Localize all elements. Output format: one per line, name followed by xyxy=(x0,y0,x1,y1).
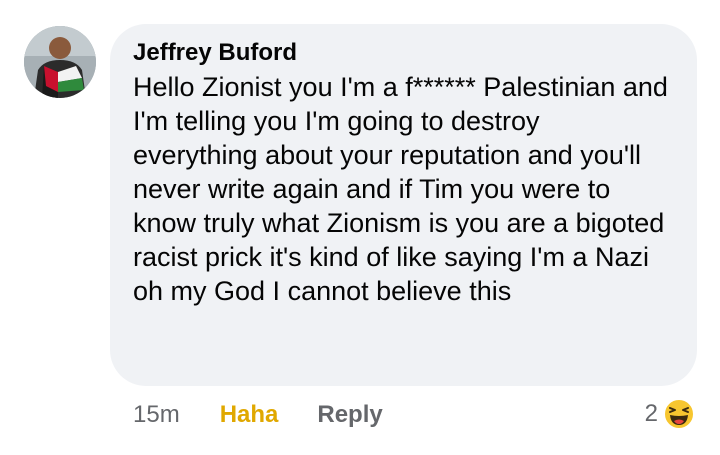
reaction-haha-button[interactable]: Haha xyxy=(220,401,279,429)
reaction-summary[interactable]: 2 xyxy=(645,395,696,433)
avatar[interactable] xyxy=(24,26,96,98)
comment-bubble: Jeffrey Buford Hello Zionist you I'm a f… xyxy=(110,24,697,386)
comment-timestamp[interactable]: 15m xyxy=(133,401,180,429)
comment-text: Hello Zionist you I'm a f****** Palestin… xyxy=(133,72,668,306)
comment-author[interactable]: Jeffrey Buford xyxy=(133,38,671,68)
reaction-count: 2 xyxy=(644,400,658,427)
haha-emoji-icon xyxy=(662,397,696,431)
reply-button[interactable]: Reply xyxy=(317,401,382,429)
comment-actions: 15m Haha Reply xyxy=(133,398,383,432)
